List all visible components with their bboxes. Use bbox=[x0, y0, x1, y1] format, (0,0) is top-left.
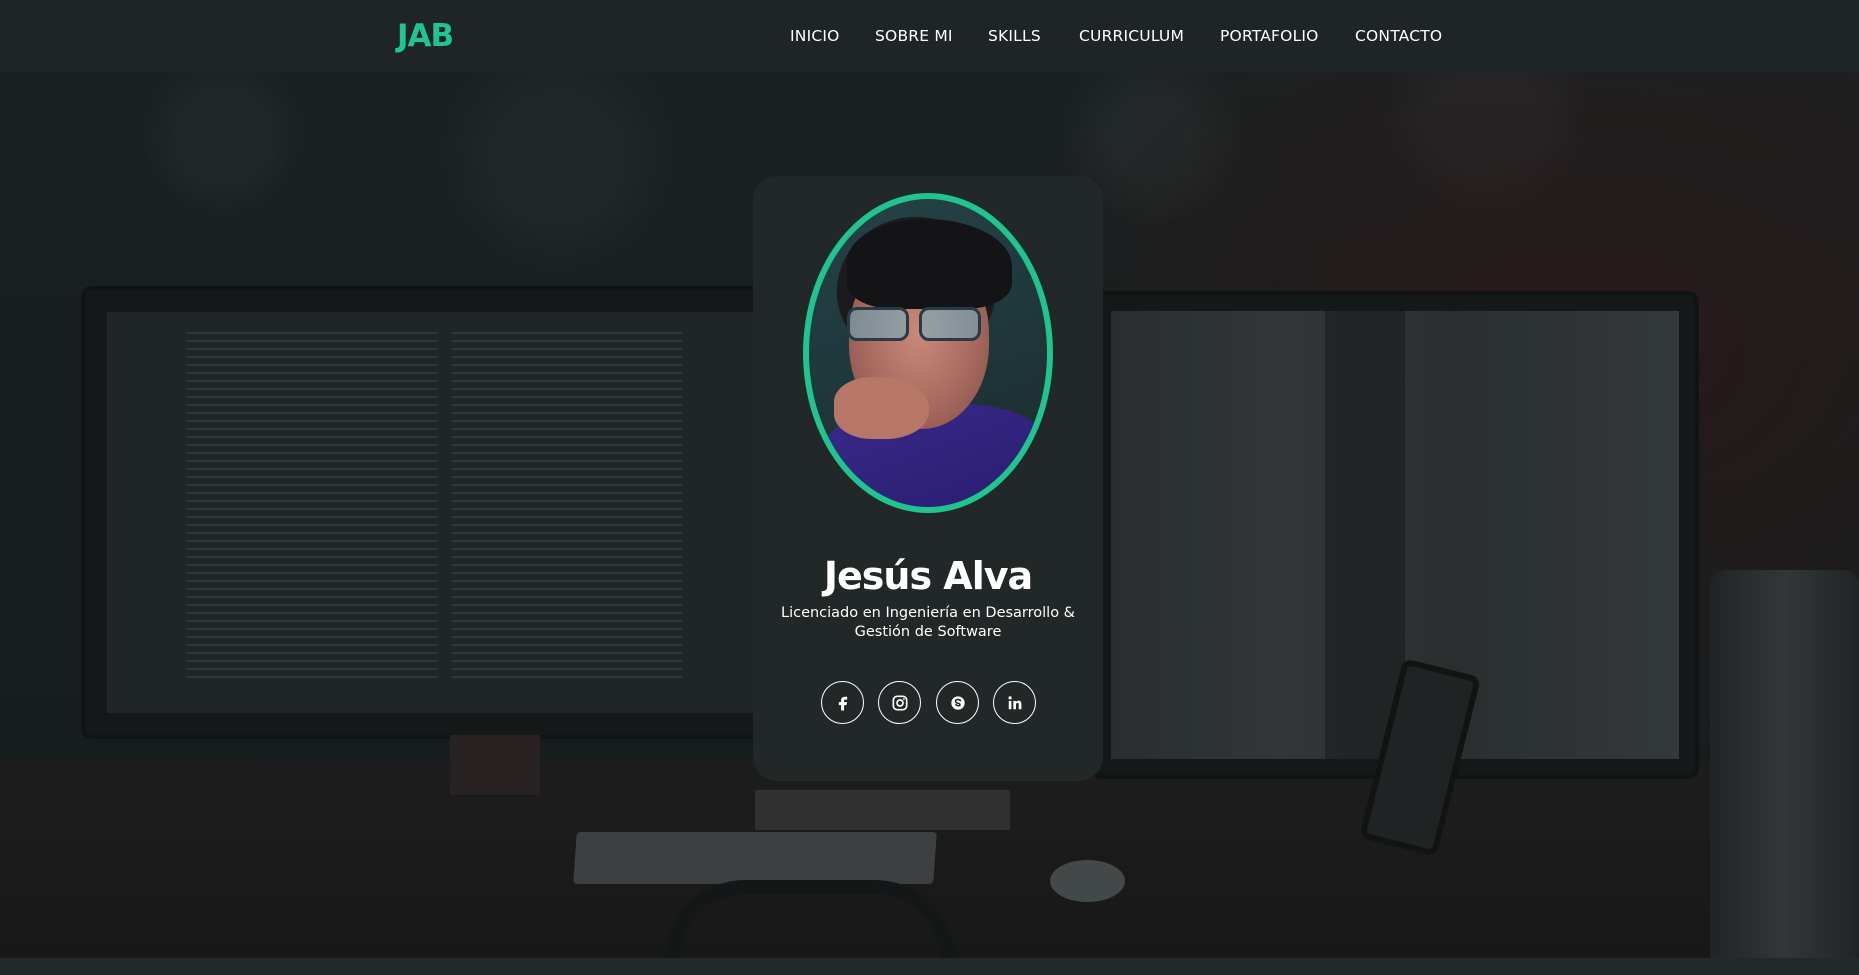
instagram-link[interactable] bbox=[878, 681, 921, 724]
facebook-icon bbox=[838, 696, 847, 710]
profile-title: Licenciado en Ingeniería en Desarrollo &… bbox=[780, 605, 1075, 640]
nav-link-inicio[interactable]: INICIO bbox=[790, 27, 840, 45]
bottom-strip bbox=[0, 958, 1859, 975]
site-logo[interactable]: JAB bbox=[397, 18, 454, 54]
avatar bbox=[803, 193, 1053, 513]
social-links bbox=[821, 681, 1041, 725]
skype-icon bbox=[950, 695, 965, 710]
nav-link-curriculum[interactable]: CURRICULUM bbox=[1079, 27, 1184, 45]
instagram-icon bbox=[892, 695, 907, 710]
profile-name: Jesús Alva bbox=[823, 554, 1033, 598]
linkedin-link[interactable] bbox=[993, 681, 1036, 724]
linkedin-icon bbox=[1008, 695, 1021, 709]
facebook-link[interactable] bbox=[821, 681, 864, 724]
skype-link[interactable] bbox=[936, 681, 979, 724]
nav-link-contacto[interactable]: CONTACTO bbox=[1355, 27, 1442, 45]
navbar: JAB INICIO SOBRE MI SKILLS CURRICULUM PO… bbox=[0, 0, 1859, 72]
nav-link-portafolio[interactable]: PORTAFOLIO bbox=[1220, 27, 1319, 45]
nav-link-sobre-mi[interactable]: SOBRE MI bbox=[875, 27, 953, 45]
nav-link-skills[interactable]: SKILLS bbox=[988, 27, 1041, 45]
profile-card: Jesús Alva Licenciado en Ingeniería en D… bbox=[753, 176, 1103, 781]
